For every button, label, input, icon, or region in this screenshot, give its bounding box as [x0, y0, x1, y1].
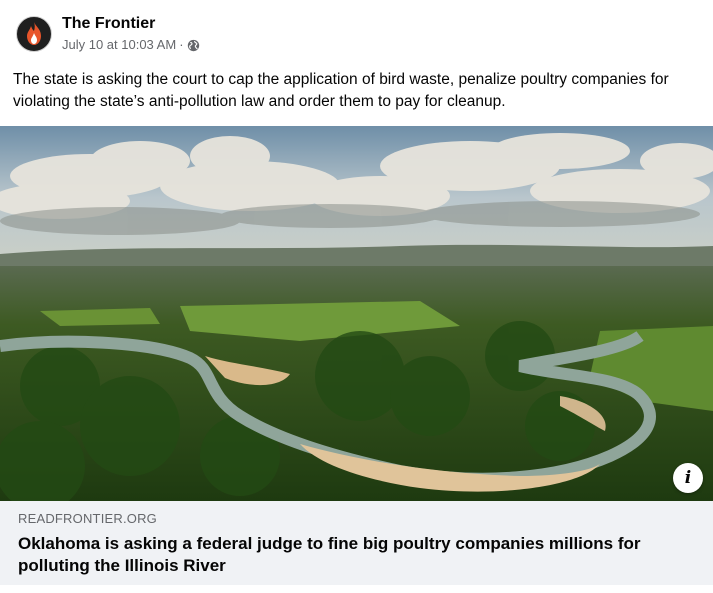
link-preview-image[interactable]: i [0, 126, 713, 501]
post-time-row: July 10 at 10:03 AM · [62, 36, 200, 54]
flame-logo-icon [27, 22, 41, 45]
page-avatar[interactable] [16, 16, 52, 52]
link-domain: READFRONTIER.ORG [18, 511, 157, 526]
river-landscape-image [0, 126, 713, 501]
post-caption: The state is asking the court to cap the… [13, 71, 669, 110]
info-icon[interactable]: i [673, 463, 703, 493]
globe-icon[interactable] [187, 39, 200, 52]
post-meta: The Frontier July 10 at 10:03 AM · [62, 14, 200, 54]
post-timestamp[interactable]: July 10 at 10:03 AM [62, 36, 176, 54]
link-preview-box[interactable]: READFRONTIER.ORG Oklahoma is asking a fe… [0, 501, 713, 585]
link-title[interactable]: Oklahoma is asking a federal judge to fi… [18, 533, 698, 577]
post-header: The Frontier July 10 at 10:03 AM · [16, 12, 200, 56]
separator-dot: · [179, 37, 184, 52]
page-name[interactable]: The Frontier [62, 14, 200, 34]
post-card: The Frontier July 10 at 10:03 AM · The s… [0, 0, 713, 593]
